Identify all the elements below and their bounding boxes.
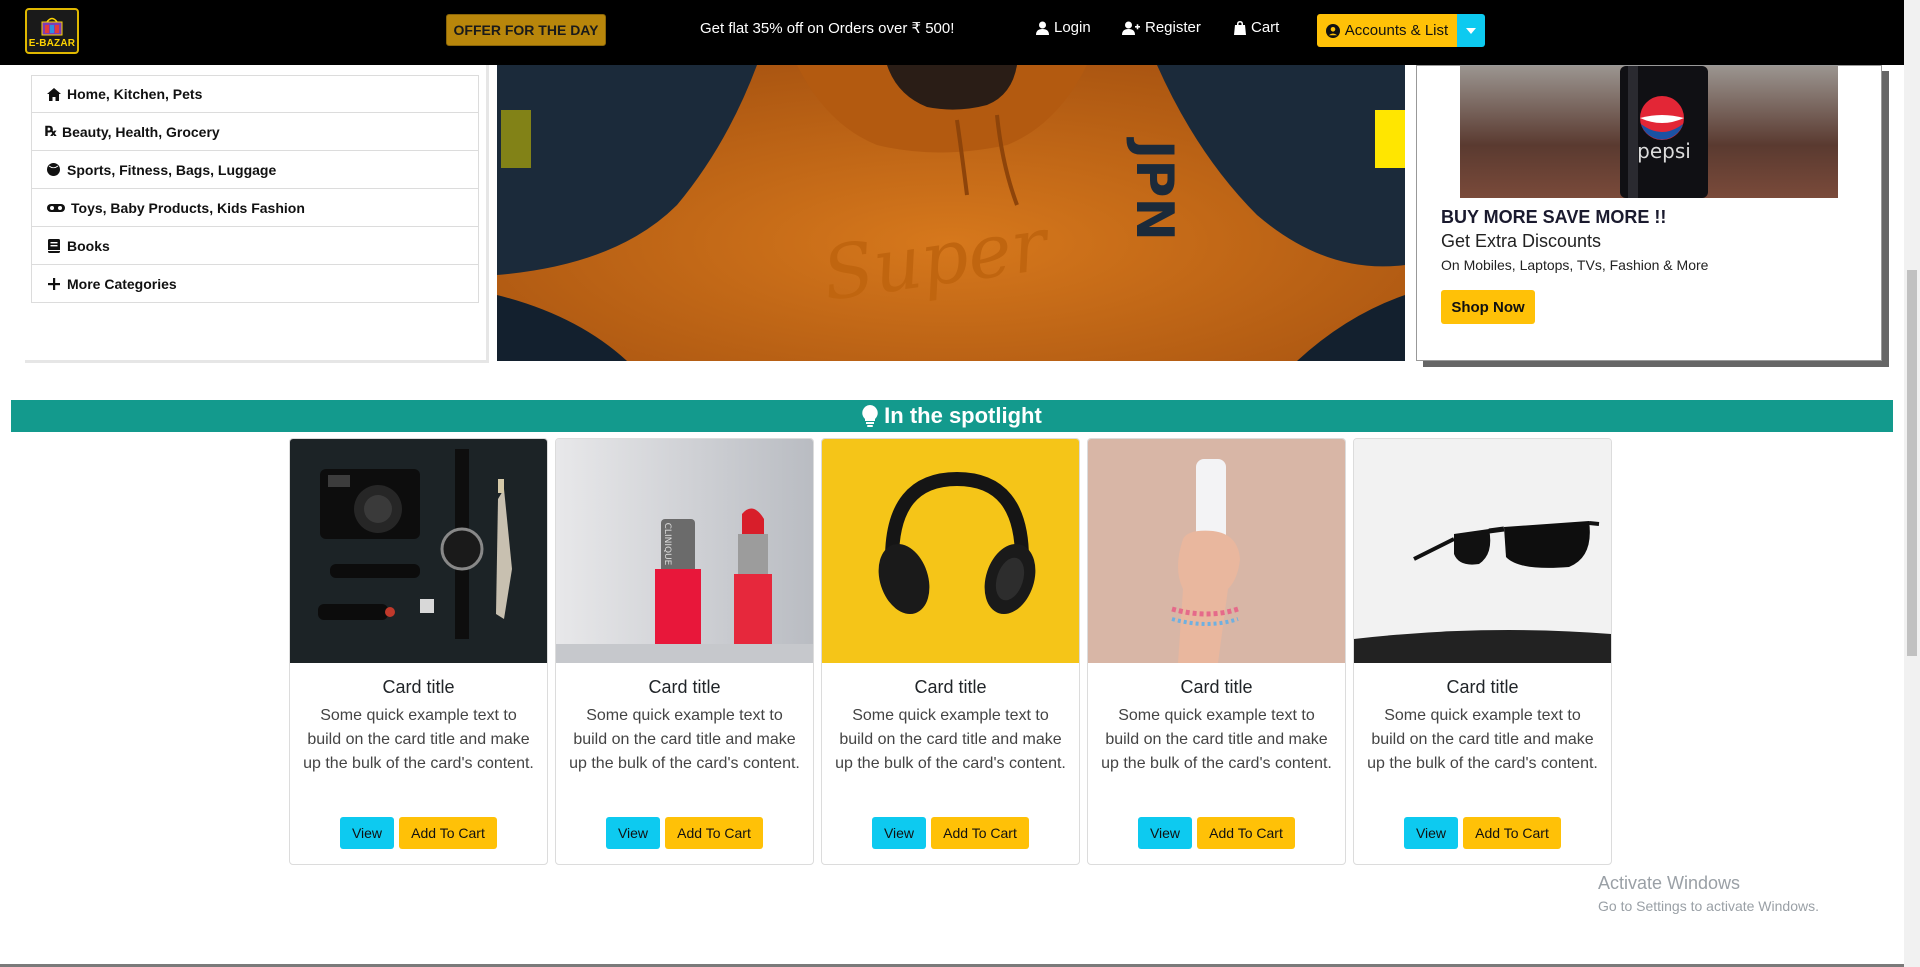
category-label: Books (67, 237, 110, 254)
shopping-bag-icon (1234, 20, 1246, 35)
cart-label: Cart (1251, 19, 1280, 36)
view-button[interactable]: View (872, 817, 926, 849)
user-plus-icon (1122, 21, 1140, 35)
top-navbar: E-BAZAR OFFER FOR THE DAY Get flat 35% o… (0, 0, 1904, 65)
card-actions: View Add To Cart (290, 817, 547, 849)
category-label: Toys, Baby Products, Kids Fashion (71, 199, 305, 216)
category-label: More Categories (67, 275, 177, 292)
card-text: Some quick example text to build on the … (303, 707, 534, 772)
card-actions: View Add To Cart (822, 817, 1079, 849)
view-button[interactable]: View (1404, 817, 1458, 849)
card-text: Some quick example text to build on the … (1101, 707, 1332, 772)
caret-down-icon (1466, 27, 1476, 34)
product-card-grid: Card title Some quick example text to bu… (289, 438, 1614, 865)
ad-title: BUY MORE SAVE MORE !! (1441, 207, 1667, 227)
pepsi-brand-text: pepsi (1637, 139, 1691, 163)
promo-text: Get flat 35% off on Orders over ₹ 500! (700, 20, 955, 37)
cart-link[interactable]: Cart (1234, 19, 1279, 36)
accounts-and-list-button[interactable]: Accounts & List (1317, 14, 1457, 47)
accounts-dropdown-toggle[interactable] (1457, 14, 1485, 47)
card-title: Card title (382, 677, 455, 697)
activate-windows-title: Activate Windows (1598, 873, 1741, 893)
spotlight-heading-bar: In the spotlight (11, 400, 1893, 432)
card-title: Card title (648, 677, 721, 697)
card-actions: View Add To Cart (556, 817, 813, 849)
sunglasses-image (1354, 439, 1611, 663)
category-item-sports[interactable]: Sports, Fitness, Bags, Luggage (31, 151, 479, 189)
user-icon (1036, 21, 1049, 35)
offer-for-the-day-button[interactable]: OFFER FOR THE DAY (446, 14, 606, 46)
mask-icon (46, 200, 65, 215)
category-item-more[interactable]: More Categories (31, 265, 479, 303)
ball-icon (46, 162, 61, 177)
category-sidebar: Home, Kitchen, Pets ℞ Beauty, Health, Gr… (25, 65, 489, 363)
shopping-bag-logo-icon (41, 17, 63, 36)
promo-ad-panel: pepsi BUY MORE SAVE MORE !! Get Extra Di… (1416, 65, 1882, 361)
plus-icon (46, 276, 61, 291)
card-title: Card title (1446, 677, 1519, 697)
product-card: Card title Some quick example text to bu… (821, 438, 1080, 865)
svg-text:JPN: JPN (1124, 137, 1184, 241)
login-label: Login (1054, 19, 1091, 36)
book-icon (46, 238, 61, 253)
view-button[interactable]: View (340, 817, 394, 849)
card-actions: View Add To Cart (1354, 817, 1611, 849)
card-text: Some quick example text to build on the … (1367, 707, 1598, 772)
activate-windows-subtitle: Go to Settings to activate Windows. (1598, 898, 1819, 914)
add-to-cart-button[interactable]: Add To Cart (931, 817, 1029, 849)
category-item-home[interactable]: Home, Kitchen, Pets (31, 75, 479, 113)
hero-hoodie-image: Super JPN (497, 65, 1405, 361)
card-text: Some quick example text to build on the … (835, 707, 1066, 772)
login-link[interactable]: Login (1036, 19, 1091, 36)
category-label: Sports, Fitness, Bags, Luggage (67, 161, 277, 178)
card-title: Card title (1180, 677, 1253, 697)
category-item-beauty[interactable]: ℞ Beauty, Health, Grocery (31, 113, 479, 151)
category-item-toys[interactable]: Toys, Baby Products, Kids Fashion (31, 189, 479, 227)
card-text: Some quick example text to build on the … (569, 707, 800, 772)
view-button[interactable]: View (1138, 817, 1192, 849)
product-card: CLINIQUE Card title Some quick example t… (555, 438, 814, 865)
ad-small-text: On Mobiles, Laptops, TVs, Fashion & More (1441, 257, 1709, 273)
shop-now-button[interactable]: Shop Now (1441, 290, 1535, 324)
cosmetics-image: CLINIQUE (556, 439, 813, 663)
card-title: Card title (914, 677, 987, 697)
lightbulb-icon (862, 405, 878, 427)
hand-bottle-image (1088, 439, 1345, 663)
register-link[interactable]: Register (1122, 19, 1201, 36)
carousel-prev-button[interactable] (501, 110, 531, 168)
register-label: Register (1145, 19, 1201, 36)
spotlight-heading: In the spotlight (884, 403, 1042, 428)
category-label: Beauty, Health, Grocery (62, 123, 220, 140)
product-card: Card title Some quick example text to bu… (289, 438, 548, 865)
add-to-cart-button[interactable]: Add To Cart (1463, 817, 1561, 849)
add-to-cart-button[interactable]: Add To Cart (665, 817, 763, 849)
category-item-books[interactable]: Books (31, 227, 479, 265)
carousel-next-button[interactable] (1375, 110, 1405, 168)
category-label: Home, Kitchen, Pets (67, 86, 203, 102)
product-card: Card title Some quick example text to bu… (1087, 438, 1346, 865)
home-icon (46, 87, 61, 102)
card-actions: View Add To Cart (1088, 817, 1345, 849)
add-to-cart-button[interactable]: Add To Cart (399, 817, 497, 849)
add-to-cart-button[interactable]: Add To Cart (1197, 817, 1295, 849)
accounts-label: Accounts & List (1344, 22, 1449, 39)
view-button[interactable]: View (606, 817, 660, 849)
camera-flatlay-image (290, 439, 547, 663)
logo-text: E-BAZAR (28, 38, 76, 49)
site-logo[interactable]: E-BAZAR (25, 8, 79, 54)
pepsi-can-image: pepsi (1460, 66, 1838, 198)
scrollbar-thumb[interactable] (1907, 270, 1917, 656)
user-circle-icon (1325, 23, 1340, 38)
category-list: Home, Kitchen, Pets ℞ Beauty, Health, Gr… (31, 75, 479, 303)
hero-carousel: Super JPN (497, 65, 1405, 361)
prescription-icon: ℞ (44, 123, 58, 139)
product-card: Card title Some quick example text to bu… (1353, 438, 1612, 865)
headphones-image (822, 439, 1079, 663)
ad-subtitle: Get Extra Discounts (1441, 231, 1602, 251)
svg-text:CLINIQUE: CLINIQUE (662, 523, 672, 566)
